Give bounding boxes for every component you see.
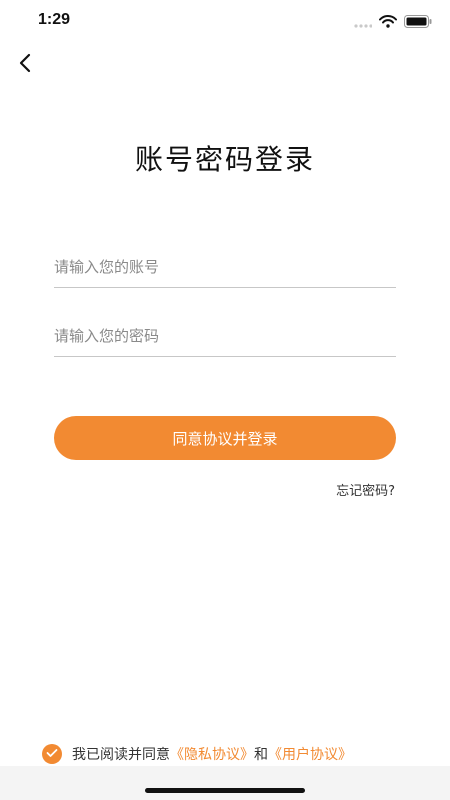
agreement-checkbox[interactable]	[42, 744, 62, 764]
account-field	[54, 247, 396, 288]
signal-icon	[354, 13, 373, 32]
password-field	[54, 316, 396, 357]
status-icons	[354, 14, 432, 30]
battery-icon	[404, 13, 432, 32]
user-agreement-link[interactable]: 《用户协议》	[268, 744, 352, 764]
page-title: 账号密码登录	[134, 143, 315, 176]
privacy-policy-link[interactable]: 《隐私协议》	[170, 744, 254, 764]
forgot-password-link[interactable]: 忘记密码?	[336, 480, 395, 499]
back-button[interactable]	[10, 50, 40, 80]
agreement-and: 和	[254, 747, 268, 763]
status-time: 1:29	[38, 11, 71, 28]
login-button[interactable]: 同意协议并登录	[54, 416, 396, 460]
wifi-icon	[379, 13, 397, 32]
status-bar: 1:29	[0, 0, 450, 44]
password-input[interactable]	[54, 316, 396, 356]
account-input[interactable]	[54, 247, 396, 287]
agreement-prefix: 我已阅读并同意	[72, 747, 170, 763]
bottom-bar	[0, 766, 450, 800]
chevron-left-icon	[17, 53, 33, 77]
agreement-row: 我已阅读并同意 《隐私协议》 和 《用户协议》	[42, 743, 352, 765]
check-icon	[46, 746, 58, 762]
home-indicator	[145, 788, 305, 793]
